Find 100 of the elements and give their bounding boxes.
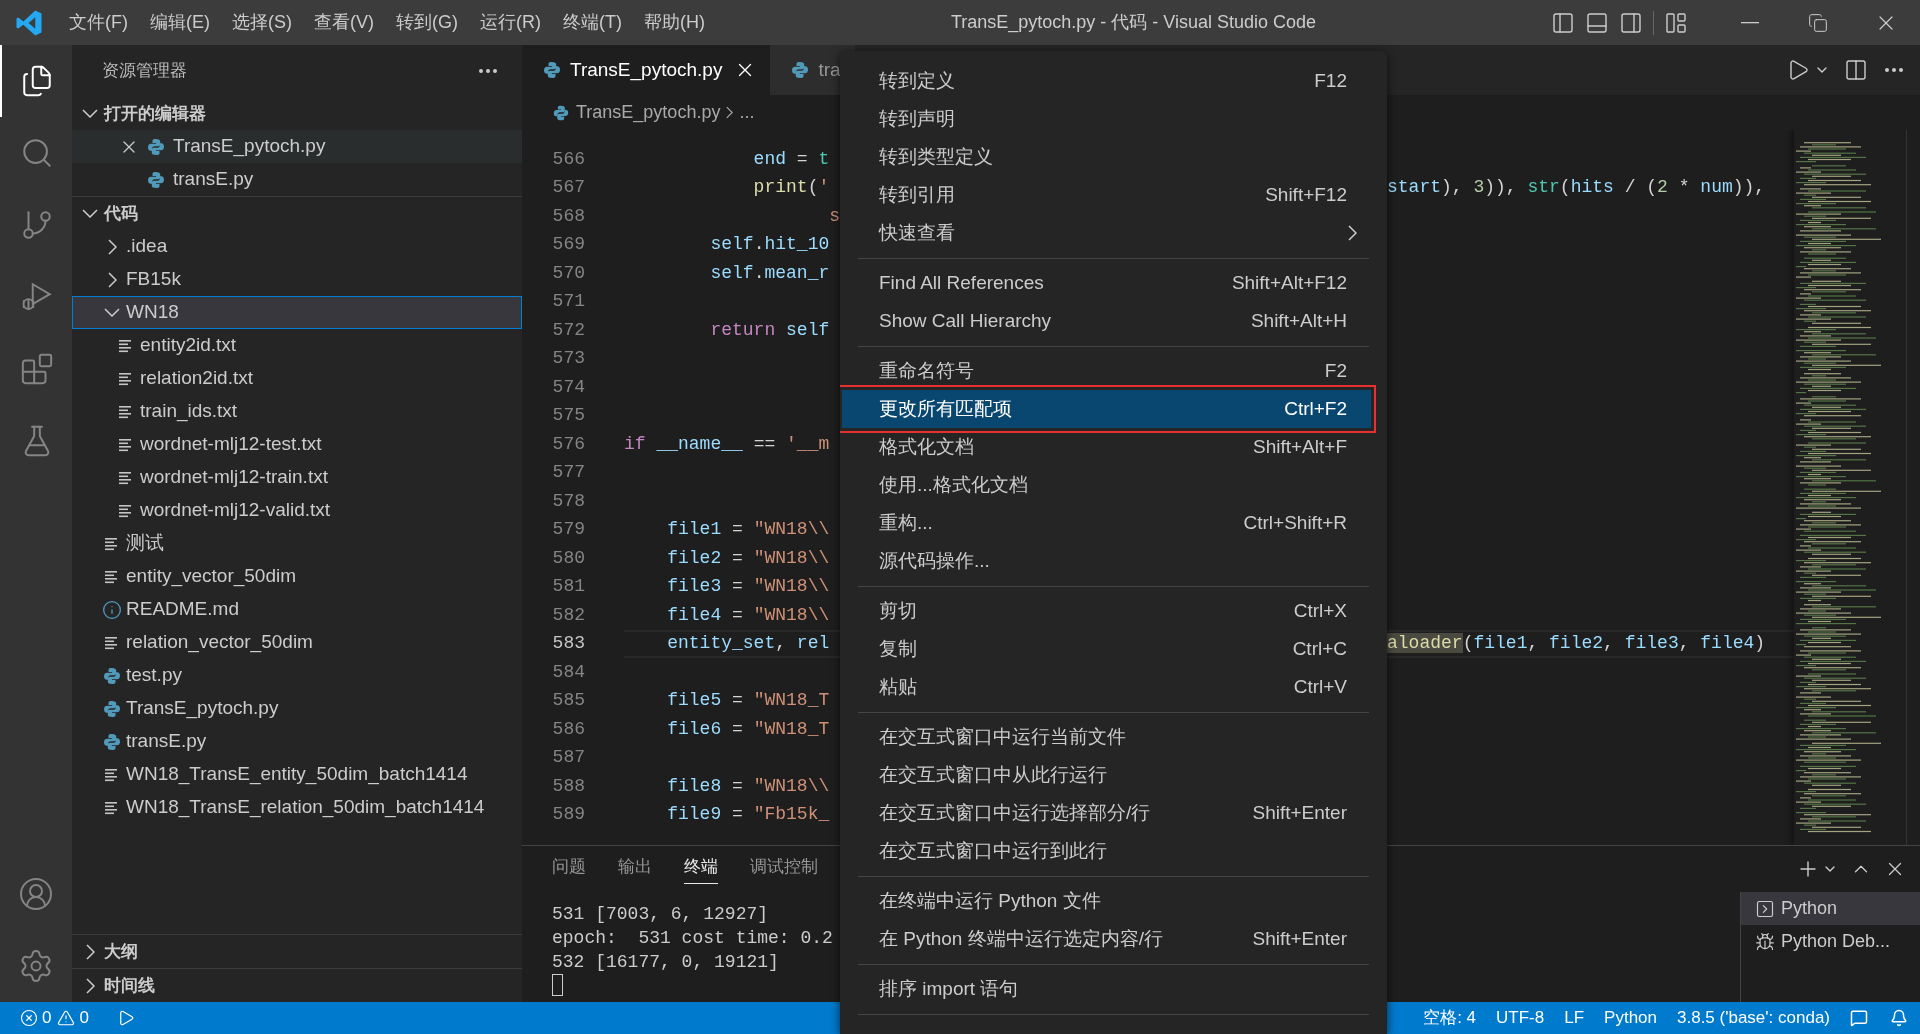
status-item[interactable]: 空格: 4	[1413, 1005, 1487, 1031]
line-number: 582	[551, 603, 585, 627]
chevron-right-icon	[726, 106, 734, 119]
menu-item[interactable]: 格式化文档 Shift+Alt+F	[842, 428, 1371, 466]
tree-item[interactable]: TransE_pytoch.py	[72, 692, 522, 725]
tree-item[interactable]: relation_vector_50dim	[72, 626, 522, 659]
status-item[interactable]: 3.8.5 ('base': conda)	[1667, 1005, 1840, 1031]
menu-item[interactable]: 转到类型定义	[842, 138, 1371, 176]
menu-item[interactable]: 查看(V)	[303, 6, 385, 39]
line-number: 586	[551, 717, 585, 741]
line-number: 585	[551, 689, 585, 713]
editor-tab[interactable]: TransE_pytoch.py	[522, 45, 771, 95]
split-editor-icon[interactable]	[1844, 58, 1868, 82]
tree-item[interactable]: wordnet-mlj12-train.txt	[72, 461, 522, 494]
breadcrumb-item[interactable]: TransE_pytoch.py	[576, 99, 721, 126]
menu-item[interactable]: 编辑(E)	[139, 6, 221, 39]
panel-tab[interactable]: 终端	[684, 854, 718, 884]
status-item[interactable]: LF	[1554, 1005, 1595, 1031]
layout-icon[interactable]	[1664, 10, 1688, 35]
line-number: 580	[551, 546, 585, 570]
menu-item[interactable]: 运行(R)	[469, 6, 552, 39]
menu-item[interactable]: 复制 Ctrl+C	[842, 630, 1371, 668]
python-file-icon	[552, 103, 570, 122]
toggle-sidebar-icon[interactable]	[1551, 10, 1575, 35]
tree-item[interactable]: entity_vector_50dim	[72, 560, 522, 593]
menu-item[interactable]: 在 Python 终端中运行选定内容/行 Shift+Enter	[842, 920, 1371, 958]
tree-item[interactable]: wordnet-mlj12-valid.txt	[72, 494, 522, 527]
tree-item[interactable]: train_ids.txt	[72, 395, 522, 428]
menu-item[interactable]: 转到引用 Shift+F12	[842, 176, 1371, 214]
menu-item[interactable]: 终端(T)	[552, 6, 633, 39]
menu-item[interactable]: 使用...格式化文档	[842, 466, 1371, 504]
error-icon	[20, 1009, 38, 1027]
code-text: file9 = "Fb15k_	[666, 804, 830, 825]
open-editor-item[interactable]: TransE_pytoch.py	[72, 130, 522, 163]
tree-item[interactable]: relation2id.txt	[72, 362, 522, 395]
text-file-icon	[118, 436, 134, 453]
toggle-secondary-sidebar-icon[interactable]	[1619, 10, 1643, 35]
tree-item[interactable]: .idea	[72, 230, 522, 263]
code-text: file5 = "WN18_T	[666, 690, 830, 711]
line-number: 578	[551, 489, 585, 513]
tree-item[interactable]: entity2id.txt	[72, 329, 522, 362]
code-text: self.hit_10	[709, 234, 830, 255]
warning-icon	[57, 1009, 76, 1027]
panel-tab[interactable]: 调试控制	[750, 854, 818, 884]
terminal-list-item[interactable]: Python	[1741, 892, 1920, 925]
line-number: 568	[551, 204, 585, 228]
tree-item[interactable]: WN18_TransE_relation_50dim_batch1414	[72, 791, 522, 824]
menu-item[interactable]: 在交互式窗口中运行当前文件	[842, 718, 1371, 756]
errors-button[interactable]: 0	[20, 1005, 52, 1031]
menu-item[interactable]: 选择(S)	[221, 6, 303, 39]
menu-item[interactable]: 转到声明	[842, 100, 1371, 138]
warnings-button[interactable]: 0	[57, 1005, 89, 1031]
code-text: print('	[752, 177, 830, 198]
terminal-line: 531 [7003, 6, 12927]	[552, 903, 769, 926]
tree-item[interactable]: FB15k	[72, 263, 522, 296]
toggle-panel-icon[interactable]	[1585, 10, 1609, 35]
menu-item[interactable]: 剪切 Ctrl+X	[842, 592, 1371, 630]
open-editor-item[interactable]: transE.py	[72, 163, 522, 196]
status-item[interactable]: Python	[1594, 1005, 1667, 1031]
menu-item[interactable]: 重构... Ctrl+Shift+R	[842, 504, 1371, 542]
submenu-chevron-icon	[1348, 225, 1357, 241]
menu-item[interactable]: 快速查看	[842, 214, 1371, 252]
section-header[interactable]: 大纲	[72, 935, 522, 968]
breadcrumb-item[interactable]: ...	[739, 99, 755, 126]
tree-item[interactable]: test.py	[72, 659, 522, 692]
status-item[interactable]: UTF-8	[1486, 1005, 1555, 1031]
python-file-icon	[102, 698, 122, 719]
code-text: end = t	[752, 148, 830, 169]
menu-item[interactable]: 在终端中运行 Python 文件	[842, 882, 1371, 920]
menu-item[interactable]: 帮助(H)	[632, 6, 716, 39]
section-header[interactable]: 时间线	[72, 969, 522, 1002]
menu-item[interactable]: 在交互式窗口中运行选择部分/行 Shift+Enter	[842, 794, 1371, 832]
panel-tab[interactable]: 问题	[552, 854, 586, 884]
menu-item[interactable]: 排序 import 语句	[842, 970, 1371, 1008]
terminal-list-item[interactable]: Python Deb...	[1741, 925, 1920, 958]
menu-item[interactable]: 重命名符号 F2	[842, 352, 1371, 390]
section-header[interactable]: 打开的编辑器	[72, 97, 522, 130]
line-number: 569	[551, 233, 585, 257]
sidebar-title: 资源管理器	[102, 60, 187, 83]
account-icon	[18, 876, 54, 912]
menu-item[interactable]: 转到(G)	[385, 6, 469, 39]
tree-item[interactable]: WN18_TransE_entity_50dim_batch1414	[72, 758, 522, 791]
menu-item[interactable]: Find All References Shift+Alt+F12	[842, 264, 1371, 302]
menu-item[interactable]: 在交互式窗口中从此行运行	[842, 756, 1371, 794]
menu-item[interactable]: 文件(F)	[58, 6, 139, 39]
line-number: 575	[551, 404, 585, 428]
menu-item[interactable]: 源代码操作...	[842, 542, 1371, 580]
menu-item[interactable]: Show Call Hierarchy Shift+Alt+H	[842, 302, 1371, 340]
panel-tab[interactable]: 输出	[618, 854, 652, 884]
branch-icon	[20, 208, 54, 242]
menu-item[interactable]: 在交互式窗口中运行到此行	[842, 832, 1371, 870]
tree-item[interactable]: 测试	[72, 527, 522, 560]
tree-item[interactable]: transE.py	[72, 725, 522, 758]
menu-item[interactable]: 粘贴 Ctrl+V	[842, 668, 1371, 706]
code-text: file6 = "WN18_T	[666, 718, 830, 739]
restore-icon	[1808, 12, 1828, 33]
tree-item[interactable]: README.md	[72, 593, 522, 626]
section-header[interactable]: 代码	[72, 197, 522, 230]
tree-item[interactable]: WN18	[72, 296, 522, 329]
tree-item[interactable]: wordnet-mlj12-test.txt	[72, 428, 522, 461]
